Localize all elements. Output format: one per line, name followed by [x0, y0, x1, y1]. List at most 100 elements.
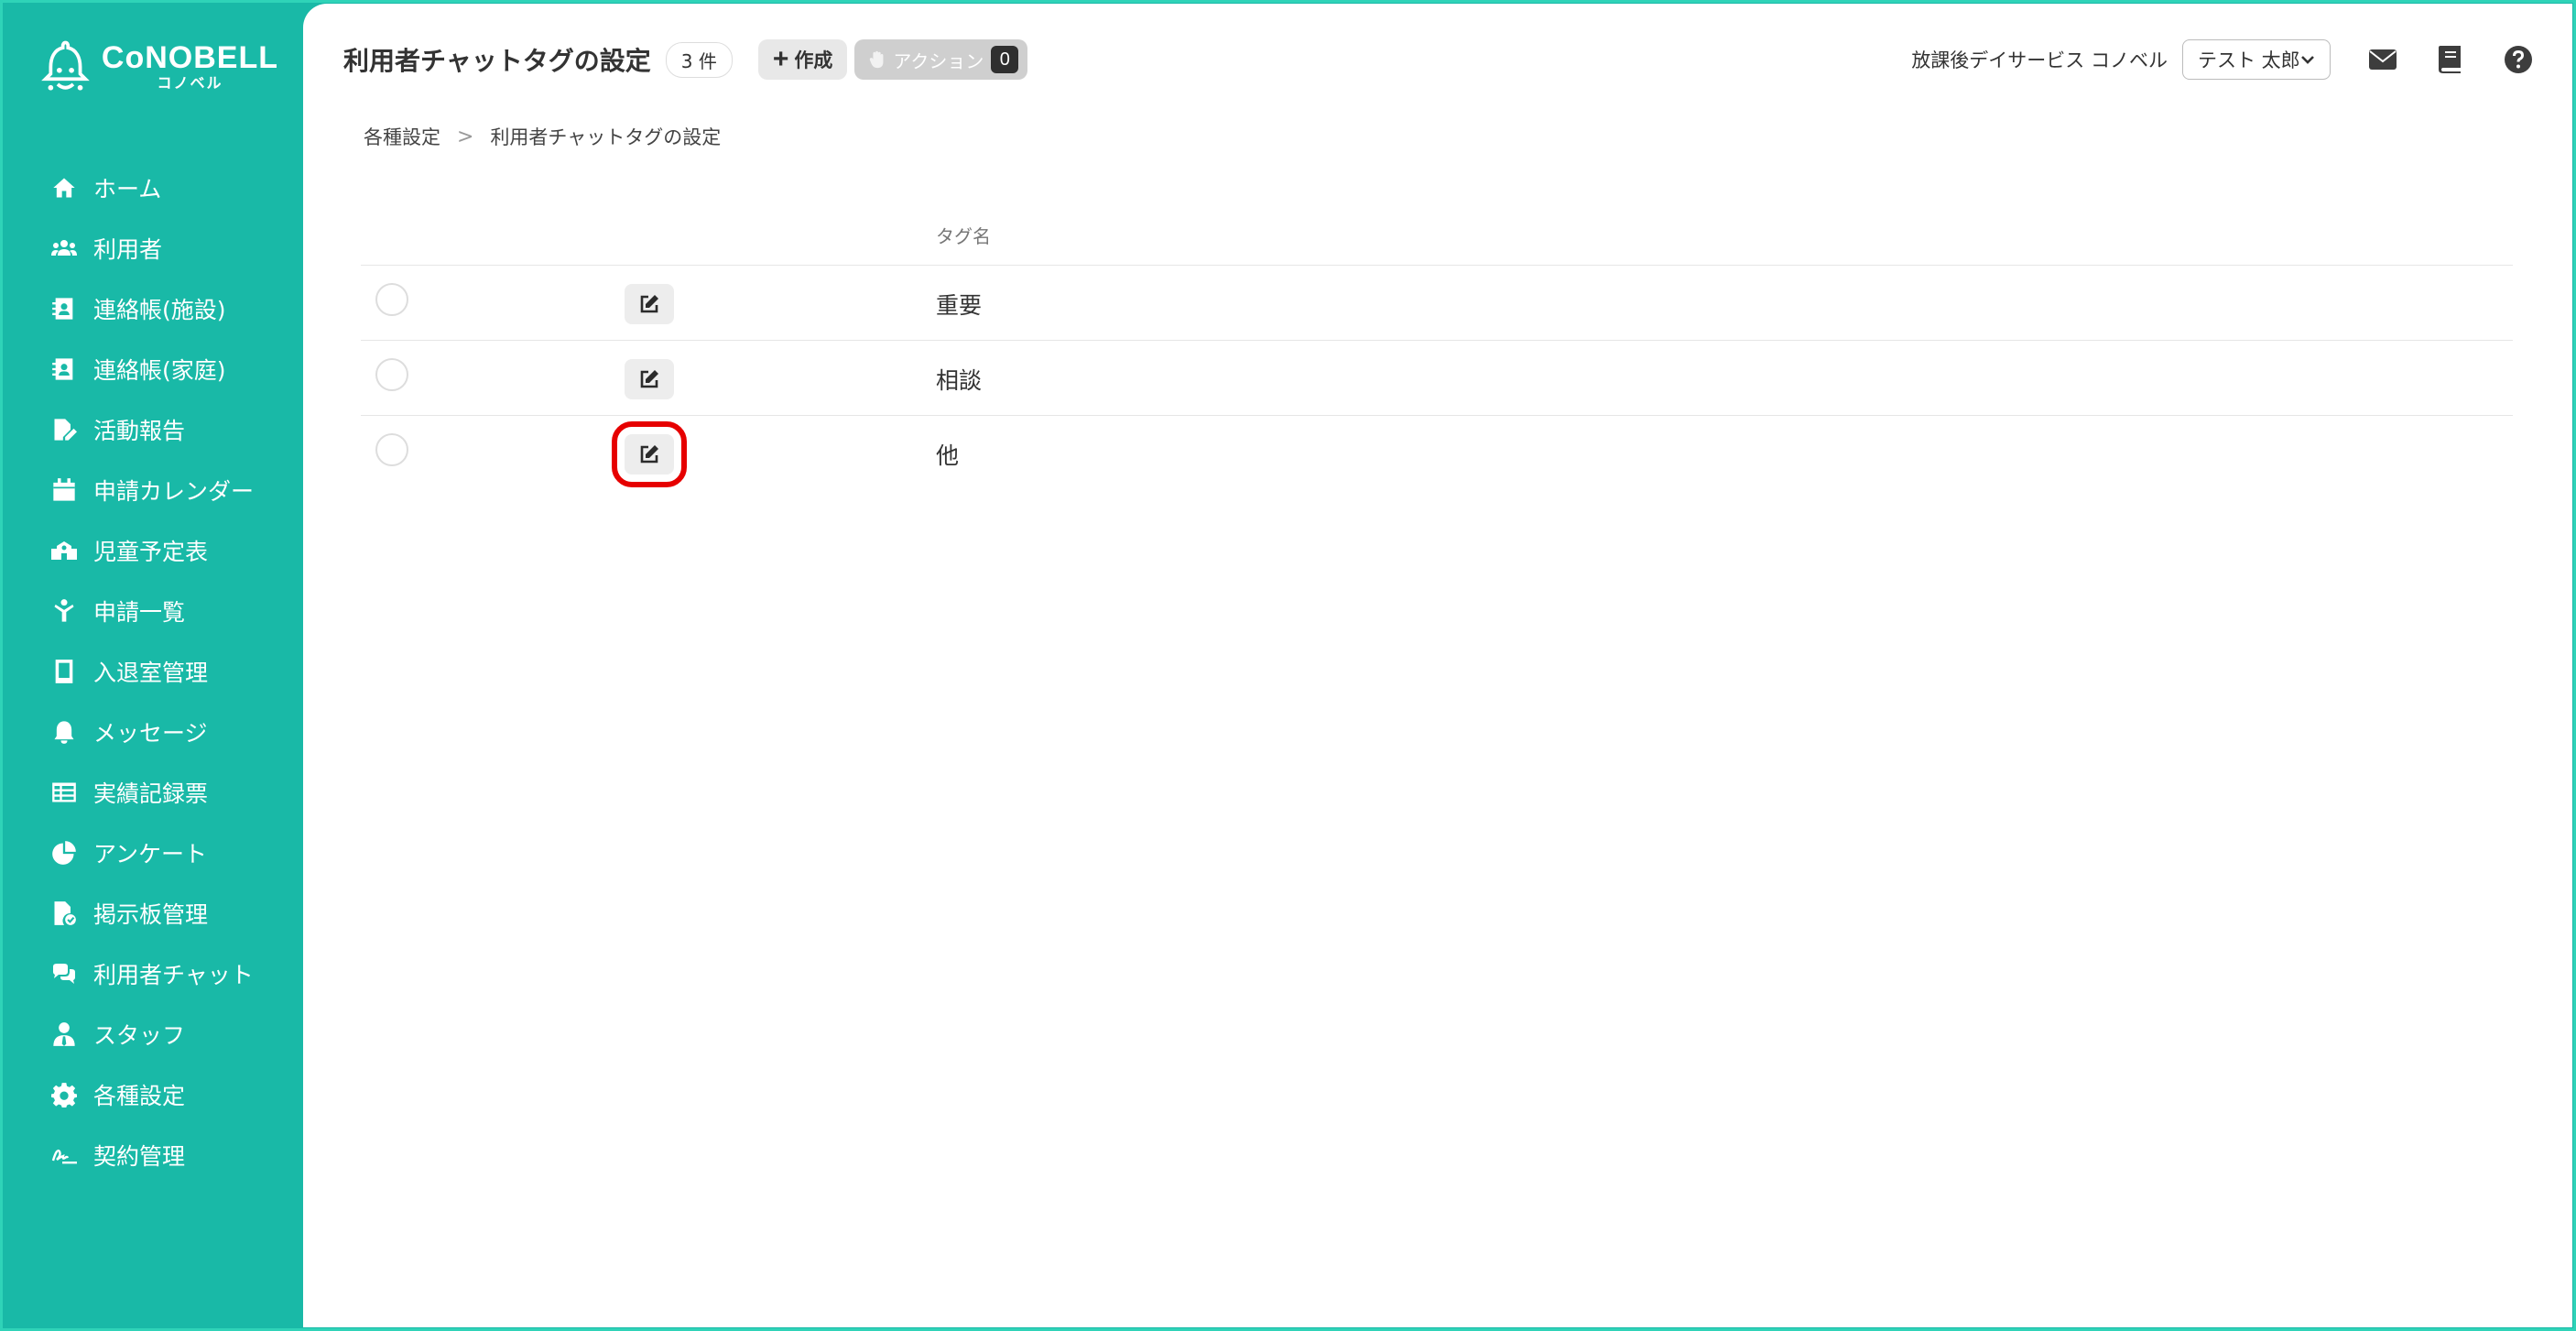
home-icon — [53, 178, 75, 198]
chevron-right-icon: > — [457, 125, 474, 148]
sidebar-item-user-chat[interactable]: 利用者チャット — [51, 944, 254, 1004]
file-check-icon — [54, 901, 76, 925]
table-row: 他 — [361, 416, 2513, 491]
row-checkbox[interactable] — [375, 283, 408, 316]
tag-name: 相談 — [936, 367, 983, 394]
bell-icon — [54, 721, 74, 744]
sidebar-item-home[interactable]: ホーム — [51, 158, 254, 218]
contact-book-icon — [52, 298, 73, 320]
edit-icon — [640, 295, 658, 313]
users-icon — [51, 240, 77, 256]
chat-icon — [53, 964, 75, 984]
table-row: 相談 — [361, 341, 2513, 416]
sidebar: CoNOBELL コノベル ホーム 利用者 連絡帳(施設) 連絡帳(家庭) 活動… — [0, 0, 302, 1331]
sidebar-item-staff[interactable]: スタッフ — [51, 1004, 254, 1064]
page-title: 利用者チャットタグの設定 — [343, 46, 651, 76]
breadcrumb: 各種設定 > 利用者チャットタグの設定 — [364, 123, 721, 150]
help-button[interactable] — [2503, 44, 2534, 75]
table-icon — [52, 782, 76, 802]
header-right: 放課後デイサービス コノベル テスト 太郎 — [1911, 37, 2534, 82]
sidebar-item-label: 連絡帳(施設) — [93, 297, 226, 323]
row-checkbox[interactable] — [375, 358, 408, 391]
sidebar-item-label: 活動報告 — [93, 418, 186, 444]
book-icon — [2439, 46, 2461, 73]
sidebar-item-label: 入退室管理 — [93, 660, 209, 686]
sidebar-item-contact-home[interactable]: 連絡帳(家庭) — [51, 339, 254, 399]
breadcrumb-parent[interactable]: 各種設定 — [364, 123, 440, 150]
mail-button[interactable] — [2367, 44, 2398, 75]
tablet-icon — [55, 660, 73, 683]
sidebar-item-child-schedule[interactable]: 児童予定表 — [51, 520, 254, 581]
plus-icon: + — [772, 44, 789, 74]
action-button[interactable]: アクション 0 — [854, 39, 1028, 80]
logo[interactable]: CoNOBELL コノベル — [40, 35, 278, 99]
action-button-label: アクション — [893, 51, 984, 72]
sidebar-item-label: 掲示板管理 — [93, 901, 209, 928]
logo-text: CoNOBELL — [101, 40, 278, 75]
child-icon — [54, 599, 74, 622]
sidebar-item-label: スタッフ — [93, 1022, 186, 1049]
breadcrumb-current: 利用者チャットタグの設定 — [490, 126, 722, 148]
sidebar-item-label: 児童予定表 — [93, 539, 209, 565]
edit-button[interactable] — [625, 284, 674, 324]
sidebar-item-bulletin[interactable]: 掲示板管理 — [51, 883, 254, 944]
edit-button-highlighted[interactable] — [612, 421, 687, 487]
logo-subtext: コノベル — [157, 74, 223, 92]
main-content: 利用者チャットタグの設定 3 件 + 作成 アクション 0 放課後デイサービス … — [303, 4, 2572, 1327]
mail-icon — [2369, 49, 2397, 70]
sidebar-item-label: 各種設定 — [93, 1083, 186, 1109]
sidebar-item-label: 申請カレンダー — [93, 478, 255, 505]
row-checkbox[interactable] — [375, 433, 408, 466]
sidebar-item-label: メッセージ — [93, 720, 208, 747]
sidebar-item-entry-management[interactable]: 入退室管理 — [51, 641, 254, 702]
sidebar-item-records[interactable]: 実績記録票 — [51, 762, 254, 823]
sidebar-item-label: 契約管理 — [93, 1143, 186, 1170]
tag-table: タグ名 重要 相談 他 — [361, 196, 2513, 491]
sidebar-item-label: 利用者 — [93, 236, 163, 263]
school-icon — [51, 541, 77, 560]
manual-button[interactable] — [2435, 44, 2466, 75]
sidebar-item-application-list[interactable]: 申請一覧 — [51, 581, 254, 641]
count-badge: 3 件 — [665, 41, 733, 78]
user-name: テスト 太郎 — [2198, 49, 2300, 71]
sidebar-item-label: アンケート — [93, 841, 208, 867]
pie-chart-icon — [52, 841, 76, 865]
tag-name: 他 — [936, 442, 960, 469]
sidebar-nav: ホーム 利用者 連絡帳(施設) 連絡帳(家庭) 活動報告 申請カレンダー 児童予… — [51, 158, 254, 1185]
page-header: 利用者チャットタグの設定 3 件 + 作成 アクション 0 — [343, 37, 1028, 82]
sidebar-item-label: 連絡帳(家庭) — [93, 357, 226, 384]
sidebar-item-contracts[interactable]: 契約管理 — [51, 1125, 254, 1185]
action-count-badge: 0 — [991, 46, 1019, 73]
table-row: 重要 — [361, 266, 2513, 341]
sidebar-item-settings[interactable]: 各種設定 — [51, 1064, 254, 1125]
sidebar-item-messages[interactable]: メッセージ — [51, 702, 254, 762]
user-select[interactable]: テスト 太郎 — [2182, 39, 2331, 80]
gear-icon — [51, 1083, 77, 1107]
contact-book-icon — [52, 358, 73, 380]
create-button-label: 作成 — [794, 50, 833, 71]
calendar-icon — [53, 478, 75, 501]
sidebar-item-users[interactable]: 利用者 — [51, 218, 254, 278]
staff-icon — [53, 1022, 75, 1046]
table-header: タグ名 — [361, 196, 2513, 266]
create-button[interactable]: + 作成 — [757, 39, 848, 80]
facility-name: 放課後デイサービス コノベル — [1911, 49, 2168, 71]
column-header-tag-name: タグ名 — [936, 225, 991, 247]
sidebar-item-contact-facility[interactable]: 連絡帳(施設) — [51, 278, 254, 339]
sidebar-item-calendar[interactable]: 申請カレンダー — [51, 460, 254, 520]
sidebar-item-survey[interactable]: アンケート — [51, 823, 254, 883]
sidebar-item-label: 利用者チャット — [93, 962, 254, 988]
sidebar-item-activity-report[interactable]: 活動報告 — [51, 399, 254, 460]
tag-name: 重要 — [936, 292, 983, 319]
edit-icon — [640, 445, 658, 464]
sidebar-item-label: 実績記録票 — [93, 780, 209, 807]
chevron-down-icon — [2301, 56, 2314, 64]
help-icon — [2505, 46, 2532, 73]
file-edit-icon — [54, 419, 77, 441]
edit-button[interactable] — [625, 359, 674, 399]
signature-icon — [51, 1149, 77, 1164]
hand-icon — [870, 50, 884, 69]
bell-logo-icon — [41, 40, 90, 91]
sidebar-item-label: 申請一覧 — [93, 599, 186, 626]
edit-icon — [640, 370, 658, 388]
